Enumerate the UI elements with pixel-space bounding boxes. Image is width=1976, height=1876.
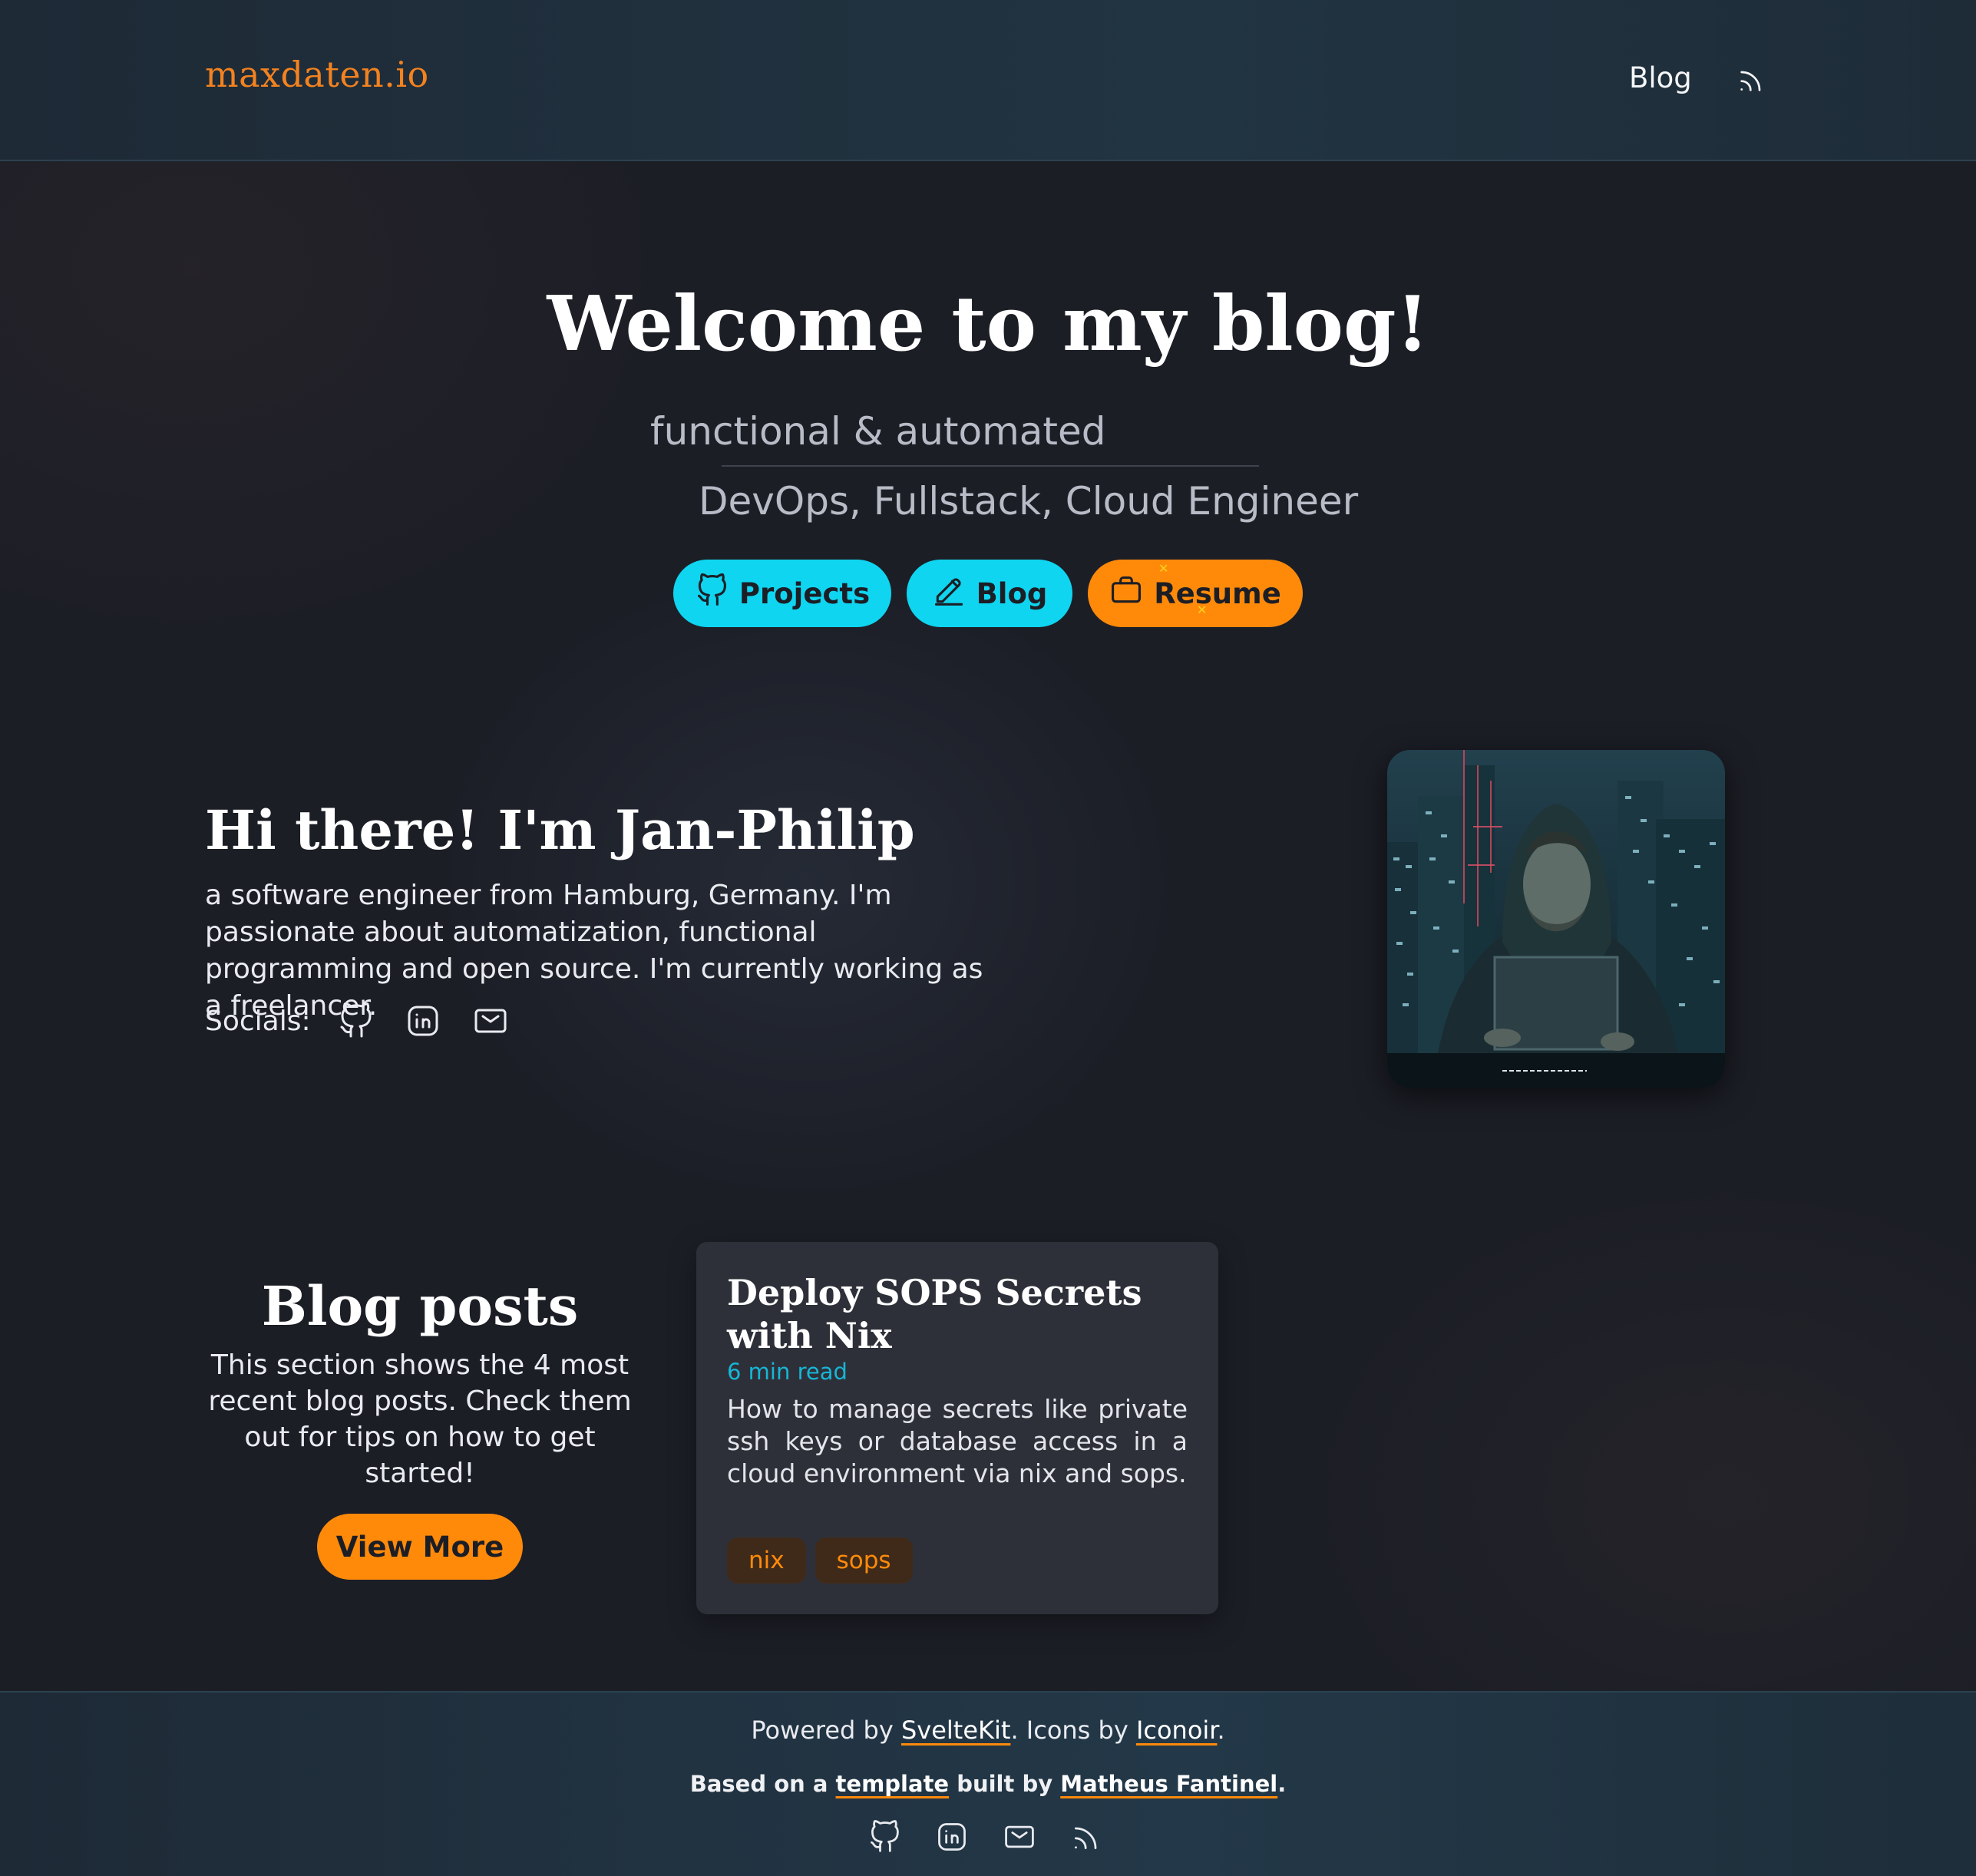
tagline-divider [722, 465, 1259, 467]
iconoir-link[interactable]: Iconoir [1136, 1716, 1218, 1745]
blog-button[interactable]: Blog [907, 560, 1072, 627]
socials-row: Socials: [205, 1002, 540, 1040]
linkedin-icon[interactable] [405, 1002, 441, 1039]
footer-text: . Icons by [1010, 1716, 1136, 1745]
hero-title: Welcome to my blog! [547, 280, 1429, 368]
post-excerpt: How to manage secrets like private ssh k… [727, 1394, 1188, 1488]
resume-button-label: Resume [1154, 576, 1281, 610]
post-tags: nix sops [727, 1537, 913, 1584]
footer-powered-by: Powered by SvelteKit. Icons by Iconoir. [0, 1716, 1976, 1745]
projects-button[interactable]: Projects [673, 560, 891, 627]
tag-chip[interactable]: sops [815, 1537, 913, 1584]
author-link[interactable]: Matheus Fantinel [1060, 1771, 1277, 1797]
github-icon [695, 573, 729, 614]
footer-text: Powered by [751, 1716, 901, 1745]
rss-icon[interactable] [1736, 64, 1767, 95]
projects-button-label: Projects [739, 576, 871, 610]
footer-text: built by [949, 1771, 1061, 1797]
mail-icon[interactable] [1003, 1820, 1036, 1854]
footer-icons [867, 1820, 1104, 1854]
profile-avatar [1387, 750, 1725, 1088]
blog-posts-description: This section shows the 4 most recent blo… [208, 1349, 632, 1489]
mail-icon[interactable] [472, 1002, 509, 1039]
site-logo[interactable]: maxdaten.io [205, 54, 429, 95]
footer-based-on: Based on a template built by Matheus Fan… [0, 1771, 1976, 1797]
blog-post-card[interactable]: Deploy SOPS Secrets with Nix 6 min read … [696, 1242, 1218, 1614]
rss-icon[interactable] [1070, 1820, 1104, 1854]
github-icon[interactable] [337, 1002, 374, 1039]
tag-chip[interactable]: nix [727, 1537, 806, 1584]
post-read-time: 6 min read [727, 1359, 848, 1385]
resume-button[interactable]: Resume ✕ ✕ [1088, 560, 1303, 627]
hero-tagline-2: DevOps, Fullstack, Cloud Engineer [699, 479, 1359, 523]
blog-posts-title: Blog posts [261, 1274, 579, 1338]
footer-text: Based on a [689, 1771, 836, 1797]
nav-blog-link[interactable]: Blog [1629, 61, 1692, 94]
linkedin-icon[interactable] [935, 1820, 969, 1854]
hero-tagline-1: functional & automated [650, 409, 1106, 454]
sveltekit-link[interactable]: SvelteKit [901, 1716, 1010, 1745]
github-icon[interactable] [867, 1820, 901, 1854]
site-footer: Powered by SvelteKit. Icons by Iconoir. … [0, 1691, 1976, 1876]
site-header: maxdaten.io Blog [0, 0, 1976, 161]
footer-text: . [1277, 1771, 1287, 1797]
intro-title: Hi there! I'm Jan-Philip [205, 798, 915, 862]
sparkle-decoration: ✕ [1158, 561, 1169, 576]
edit-pencil-icon [932, 573, 966, 614]
briefcase-icon [1109, 573, 1143, 614]
post-title[interactable]: Deploy SOPS Secrets with Nix [727, 1271, 1203, 1357]
template-link[interactable]: template [836, 1771, 950, 1797]
footer-text: . [1217, 1716, 1225, 1745]
sparkle-decoration: ✕ [1197, 603, 1208, 617]
blog-button-label: Blog [976, 576, 1048, 610]
socials-label: Socials: [205, 1005, 311, 1037]
view-more-button[interactable]: View More [317, 1514, 523, 1580]
